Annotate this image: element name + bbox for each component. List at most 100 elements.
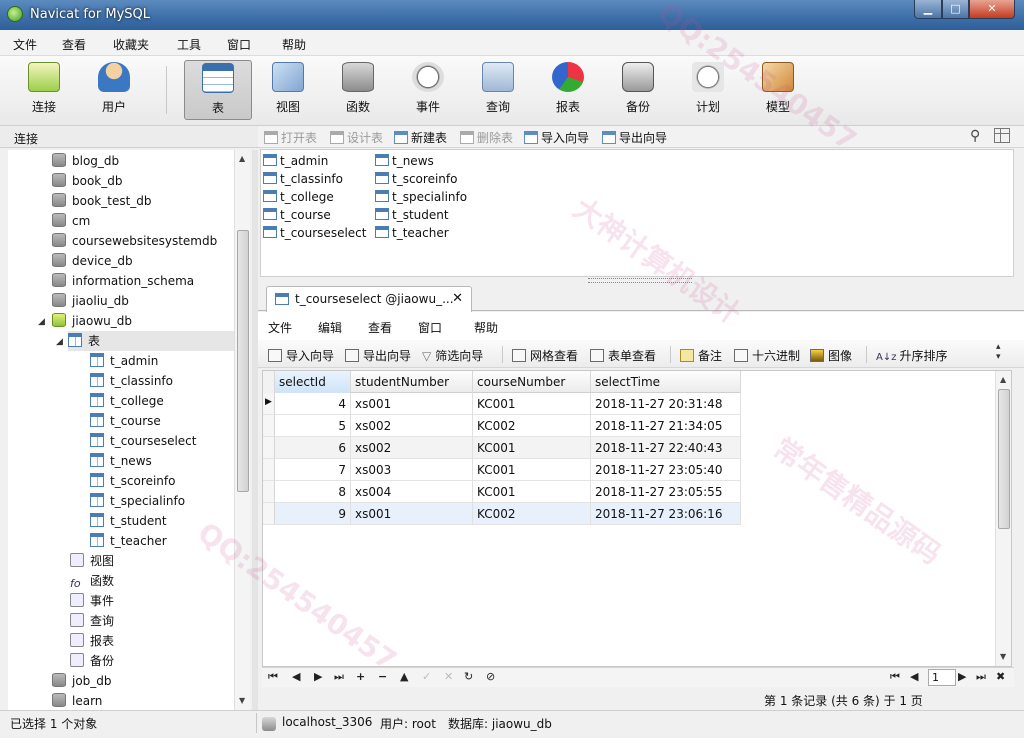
cell-coursenumber[interactable]: KC001 (473, 459, 591, 481)
tree-table-item[interactable]: t_student (90, 511, 167, 531)
row-indicator[interactable] (263, 481, 275, 503)
menu-file[interactable]: 文件 (13, 36, 37, 53)
image-button[interactable]: 图像 (810, 347, 852, 364)
doc-menu-help[interactable]: 帮助 (474, 319, 498, 336)
next-record-icon[interactable]: ▶ (314, 670, 322, 683)
grid-view-button[interactable]: 网格查看 (512, 347, 578, 364)
toolbar-user-button[interactable]: 用户 (80, 60, 148, 120)
toolbar-query-button[interactable]: 查询 (464, 60, 532, 120)
object-table-item[interactable]: t_courseselect (263, 224, 366, 242)
last-page-icon[interactable]: ⏭ (976, 670, 986, 684)
table-row[interactable]: 5 xs002 KC002 2018-11-27 21:34:05 (275, 415, 741, 437)
tree-folder-reports[interactable]: 报表 (70, 631, 114, 651)
cell-selecttime[interactable]: 2018-11-27 22:40:43 (591, 437, 741, 459)
cell-selectid[interactable]: 8 (275, 481, 351, 503)
scroll-down-icon[interactable]: ▼ (1000, 652, 1006, 661)
add-record-icon[interactable]: + (356, 670, 365, 683)
object-table-item[interactable]: t_college (263, 188, 334, 206)
table-row[interactable]: 6 xs002 KC001 2018-11-27 22:40:43 (275, 437, 741, 459)
export-wizard-button[interactable]: 导出向导 (602, 129, 667, 146)
object-table-item[interactable]: t_scoreinfo (375, 170, 457, 188)
toolbar-function-button[interactable]: 函数 (324, 60, 392, 120)
object-table-item[interactable]: t_news (375, 152, 434, 170)
tree-table-item[interactable]: t_admin (90, 351, 158, 371)
close-button[interactable]: ✕ (969, 0, 1015, 19)
toolbar-view-button[interactable]: 视图 (254, 60, 322, 120)
maximize-button[interactable]: □ (942, 0, 969, 19)
scroll-down-icon[interactable]: ▼ (239, 696, 245, 705)
edit-record-icon[interactable]: ▲ (400, 670, 408, 683)
cell-selecttime[interactable]: 2018-11-27 21:34:05 (591, 415, 741, 437)
doc-menu-file[interactable]: 文件 (268, 319, 292, 336)
tree-table-item[interactable]: t_scoreinfo (90, 471, 175, 491)
horizontal-splitter-handle[interactable] (588, 278, 692, 283)
grid-scrollbar[interactable]: ▲ ▼ (995, 371, 1011, 666)
cell-studentnumber[interactable]: xs002 (351, 415, 473, 437)
filter-wizard-button[interactable]: ▽ 筛选向导 (422, 347, 483, 364)
toolbar-schedule-button[interactable]: 计划 (674, 60, 742, 120)
view-mode-icon[interactable] (994, 128, 1010, 143)
tree-folder-backups[interactable]: 备份 (70, 651, 114, 671)
menu-tools[interactable]: 工具 (177, 36, 201, 53)
menu-favorites[interactable]: 收藏夹 (113, 36, 149, 53)
cell-coursenumber[interactable]: KC002 (473, 503, 591, 525)
tree-db-item[interactable]: cm (52, 211, 90, 231)
doc-menu-edit[interactable]: 编辑 (318, 319, 342, 336)
cell-selecttime[interactable]: 2018-11-27 23:06:16 (591, 503, 741, 525)
hex-button[interactable]: 十六进制 (734, 347, 800, 364)
apply-changes-icon[interactable]: ✓ (422, 670, 431, 683)
row-indicator[interactable] (263, 503, 275, 525)
document-tab-courseselect[interactable]: t_courseselect @jiaowu_... ✕ (266, 286, 472, 312)
column-header-selecttime[interactable]: selectTime (591, 371, 741, 393)
tree-scroll-thumb[interactable] (237, 230, 249, 492)
form-view-button[interactable]: 表单查看 (590, 347, 656, 364)
grid-scroll-thumb[interactable] (998, 389, 1010, 529)
cell-selectid[interactable]: 6 (275, 437, 351, 459)
toolbar-overflow-icon[interactable]: ▴ ▾ (996, 342, 1001, 362)
memo-button[interactable]: 备注 (680, 347, 722, 364)
table-row[interactable]: 4 xs001 KC001 2018-11-27 20:31:48 (275, 393, 741, 415)
row-indicator[interactable] (263, 459, 275, 481)
column-header-studentnumber[interactable]: studentNumber (351, 371, 473, 393)
tree-table-item[interactable]: t_teacher (90, 531, 167, 551)
search-icon[interactable]: ⚲ (970, 128, 980, 144)
tree-folder-events[interactable]: 事件 (70, 591, 114, 611)
close-tab-icon[interactable]: ✕ (452, 291, 463, 306)
tree-folder-functions[interactable]: fo 函数 (70, 571, 114, 591)
sort-ascending-button[interactable]: A↓z 升序排序 (876, 347, 947, 364)
first-record-icon[interactable]: ⏮ (268, 670, 278, 684)
toolbar-backup-button[interactable]: 备份 (604, 60, 672, 120)
toolbar-report-button[interactable]: 报表 (534, 60, 602, 120)
new-table-button[interactable]: 新建表 (394, 129, 447, 146)
toolbar-event-button[interactable]: 事件 (394, 60, 462, 120)
scroll-up-icon[interactable]: ▲ (1000, 375, 1006, 384)
discard-changes-icon[interactable]: ✕ (444, 670, 453, 683)
cell-selectid[interactable]: 5 (275, 415, 351, 437)
design-table-button[interactable]: 设计表 (330, 129, 383, 146)
scroll-up-icon[interactable]: ▲ (239, 154, 245, 163)
object-table-item[interactable]: t_student (375, 206, 449, 224)
doc-menu-view[interactable]: 查看 (368, 319, 392, 336)
table-row[interactable]: 8 xs004 KC001 2018-11-27 23:05:55 (275, 481, 741, 503)
toolbar-connection-button[interactable]: 连接 (10, 60, 78, 120)
open-table-button[interactable]: 打开表 (264, 129, 317, 146)
last-record-icon[interactable]: ⏭ (334, 670, 344, 684)
tree-folder-queries[interactable]: 查询 (70, 611, 114, 631)
cell-studentnumber[interactable]: xs003 (351, 459, 473, 481)
tree-db-item[interactable]: job_db (52, 671, 112, 691)
doc-import-wizard-button[interactable]: 导入向导 (268, 347, 334, 364)
cell-coursenumber[interactable]: KC001 (473, 393, 591, 415)
cell-studentnumber[interactable]: xs004 (351, 481, 473, 503)
page-number-field[interactable]: 1 (928, 669, 956, 686)
doc-menu-window[interactable]: 窗口 (418, 319, 442, 336)
cell-selectid[interactable]: 4 (275, 393, 351, 415)
object-table-item[interactable]: t_admin (263, 152, 328, 170)
tree-db-item-open[interactable]: jiaowu_db (52, 311, 132, 331)
first-page-icon[interactable]: ⏮ (890, 670, 900, 684)
previous-record-icon[interactable]: ◀ (292, 670, 300, 683)
row-indicator-current[interactable]: ▶ (263, 393, 275, 415)
cell-selecttime[interactable]: 2018-11-27 23:05:40 (591, 459, 741, 481)
toolbar-model-button[interactable]: 模型 (744, 60, 812, 120)
cell-selecttime[interactable]: 2018-11-27 23:05:55 (591, 481, 741, 503)
cell-studentnumber[interactable]: xs001 (351, 393, 473, 415)
